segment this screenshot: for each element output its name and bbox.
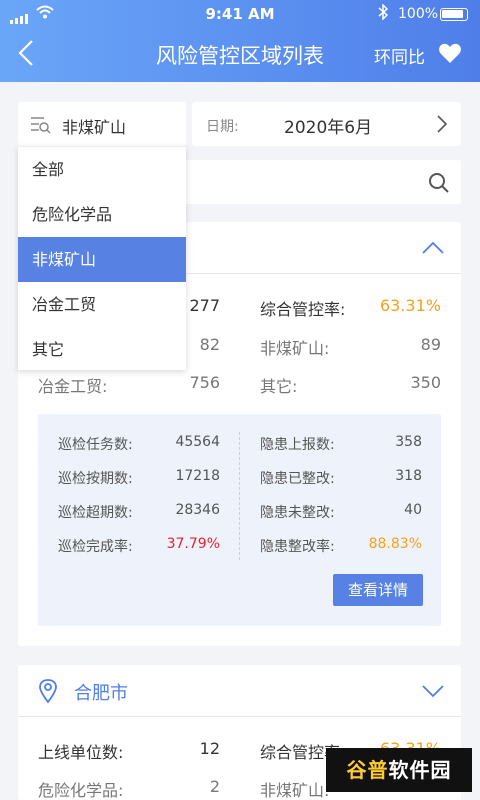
dropdown-option-selected[interactable]: 非煤矿山: [18, 237, 186, 282]
stat-label: 巡检完成率:: [58, 539, 133, 555]
stat-label: 巡检超期数:: [58, 505, 133, 521]
type-filter-dropdown: 全部 危险化学品 非煤矿山 冶金工贸 其它: [18, 146, 186, 370]
view-details-button[interactable]: 查看详情: [333, 574, 423, 606]
region-card-header[interactable]: 合肥市: [18, 665, 461, 717]
compare-button[interactable]: 环同比: [374, 43, 425, 68]
status-bar: 9:41 AM 100%: [0, 0, 480, 28]
stat-value: 88.83%: [368, 536, 422, 552]
date-label: 日期:: [206, 119, 239, 135]
stat-label: 巡检任务数:: [58, 437, 133, 453]
chevron-right-icon: [436, 115, 448, 137]
type-filter-value: 非煤矿山: [62, 118, 127, 137]
stat-value: 358: [395, 434, 422, 450]
heart-icon: [439, 43, 461, 63]
summary-value: 63.31%: [379, 296, 441, 315]
stat-value: 318: [395, 468, 422, 484]
stat-label: 隐患上报数:: [260, 437, 335, 453]
app-header: 9:41 AM 100% 风险管控区域列表 环同比: [0, 0, 480, 82]
summary-value: 2: [209, 777, 220, 796]
dropdown-option[interactable]: 危险化学品: [18, 192, 186, 237]
dropdown-option[interactable]: 其它: [18, 327, 186, 372]
date-value: 2020年6月: [284, 118, 373, 138]
stat-value: 28346: [175, 502, 220, 518]
stat-label: 巡检按期数:: [58, 471, 133, 487]
inspection-stats-panel: 巡检任务数: 45564 巡检按期数: 17218 巡检超期数: 28346 巡…: [38, 414, 441, 626]
summary-value: 12: [199, 739, 220, 758]
dropdown-option[interactable]: 全部: [18, 147, 186, 192]
date-picker[interactable]: 日期: 2020年6月: [192, 102, 461, 146]
summary-row: 其它: 350: [260, 373, 441, 397]
summary-value: 756: [189, 373, 220, 392]
summary-row: 冶金工贸: 756: [38, 373, 220, 397]
summary-row: 危险化学品: 2: [38, 777, 220, 800]
battery-percent: 100%: [398, 6, 439, 22]
summary-value: 89: [420, 335, 441, 354]
stat-value: 17218: [175, 468, 220, 484]
summary-row: 综合管控率: 63.31%: [260, 296, 441, 320]
chevron-up-icon[interactable]: [422, 240, 444, 259]
type-filter-select[interactable]: 非煤矿山: [18, 102, 186, 146]
chevron-down-icon[interactable]: [422, 683, 444, 702]
favorite-button[interactable]: [438, 42, 462, 68]
divider: [239, 432, 240, 560]
region-name: 合肥市: [74, 683, 128, 704]
search-icon[interactable]: [428, 172, 450, 198]
stat-value: 45564: [175, 434, 220, 450]
summary-row: 非煤矿山: 89: [260, 335, 441, 359]
location-pin-icon: [38, 679, 58, 707]
filter-list-icon: [30, 116, 52, 138]
stat-label: 隐患已整改:: [260, 471, 335, 487]
stat-label: 隐患整改率:: [260, 539, 335, 555]
battery-icon: [440, 8, 468, 21]
watermark-part2: 软件园: [388, 758, 452, 782]
watermark-logo: 谷普软件园: [326, 748, 472, 792]
stat-value: 40: [404, 502, 422, 518]
summary-value: 350: [410, 373, 441, 392]
summary-row: 上线单位数: 12: [38, 739, 220, 763]
bluetooth-icon: [378, 3, 389, 24]
stat-value: 37.79%: [166, 536, 220, 552]
watermark-part1: 谷普: [346, 758, 389, 782]
stat-label: 隐患未整改:: [260, 505, 335, 521]
dropdown-option[interactable]: 冶金工贸: [18, 282, 186, 327]
